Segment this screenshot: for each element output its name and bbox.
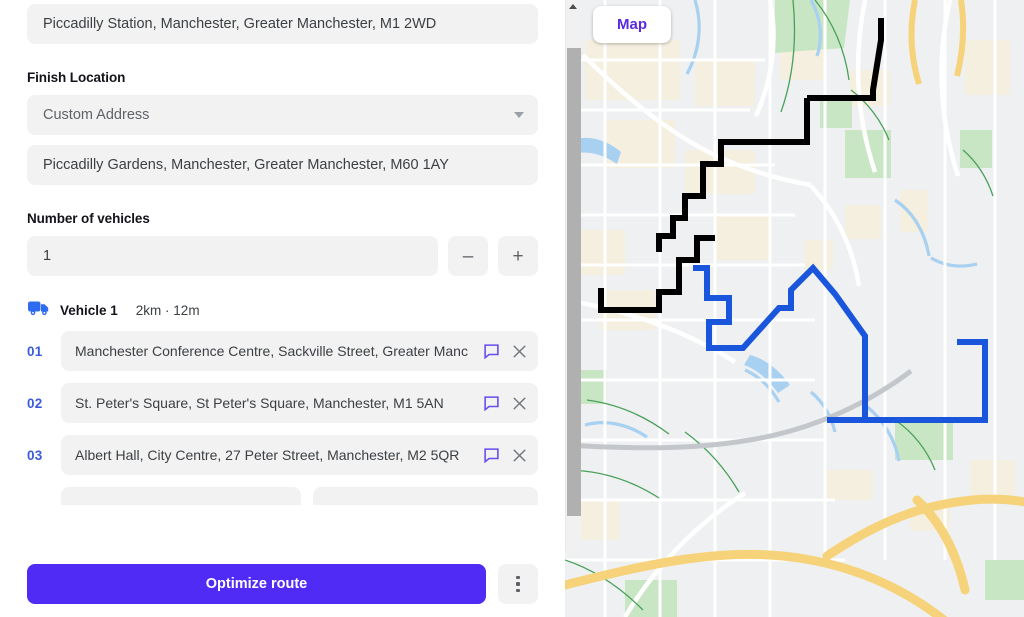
- note-icon[interactable]: [482, 342, 500, 360]
- increment-vehicles-button[interactable]: +: [498, 236, 538, 276]
- start-location-input[interactable]: Piccadilly Station, Manchester, Greater …: [27, 4, 538, 44]
- route-settings-panel: Piccadilly Station, Manchester, Greater …: [0, 0, 581, 617]
- truck-icon: [28, 300, 50, 321]
- decrement-vehicles-button[interactable]: –: [448, 236, 488, 276]
- panel-scroll-area[interactable]: Piccadilly Station, Manchester, Greater …: [0, 0, 565, 551]
- dot: [516, 575, 520, 580]
- vehicles-label: Number of vehicles: [27, 211, 150, 226]
- finish-mode-value: Custom Address: [43, 107, 150, 123]
- vehicle-count-input[interactable]: 1: [27, 236, 438, 276]
- stop-row: 01 Manchester Conference Centre, Sackvil…: [27, 331, 538, 371]
- scroll-up-arrow-icon[interactable]: [569, 4, 577, 9]
- stop-index: 01: [27, 343, 43, 359]
- stop-index: 02: [27, 395, 43, 411]
- finish-location-label: Finish Location: [27, 70, 126, 85]
- clipped-field-right: [313, 487, 538, 505]
- stop-row: 02 St. Peter's Square, St Peter's Square…: [27, 383, 538, 423]
- vehicle-count-stepper: 1 – +: [27, 236, 538, 276]
- route-planner-app: Piccadilly Station, Manchester, Greater …: [0, 0, 1024, 617]
- note-icon[interactable]: [482, 394, 500, 412]
- finish-mode-select[interactable]: Custom Address: [27, 95, 538, 135]
- dot: [516, 588, 520, 593]
- stop-address-value: St. Peter's Square, St Peter's Square, M…: [75, 395, 444, 411]
- vehicle-summary-row[interactable]: Vehicle 1 2km · 12m: [27, 300, 538, 321]
- finish-address-value: Piccadilly Gardens, Manchester, Greater …: [43, 157, 449, 173]
- remove-stop-icon[interactable]: [510, 342, 528, 360]
- stop-address-field[interactable]: Manchester Conference Centre, Sackville …: [61, 331, 538, 371]
- vehicle-name: Vehicle 1: [60, 303, 118, 318]
- note-icon[interactable]: [482, 446, 500, 464]
- scrollbar-thumb[interactable]: [567, 48, 581, 516]
- more-vertical-icon[interactable]: [498, 564, 538, 604]
- stop-address-field[interactable]: Albert Hall, City Centre, 27 Peter Stree…: [61, 435, 538, 475]
- panel-action-bar: Optimize route: [0, 551, 565, 617]
- map-layer-button[interactable]: Map: [593, 6, 671, 43]
- stop-row: 03 Albert Hall, City Centre, 27 Peter St…: [27, 435, 538, 475]
- dot: [516, 582, 520, 586]
- clipped-stop-row: [27, 487, 538, 505]
- vehicle-meta: 2km · 12m: [135, 303, 200, 318]
- optimize-route-button[interactable]: Optimize route: [27, 564, 486, 604]
- panel-scrollbar[interactable]: [565, 0, 581, 551]
- start-location-value: Piccadilly Station, Manchester, Greater …: [43, 16, 437, 32]
- chevron-down-icon: [514, 112, 524, 118]
- clipped-field-left: [61, 487, 301, 505]
- stop-address-value: Manchester Conference Centre, Sackville …: [75, 343, 468, 359]
- remove-stop-icon[interactable]: [510, 446, 528, 464]
- stop-index: 03: [27, 447, 43, 463]
- map-tiles: [565, 0, 1024, 617]
- stop-address-field[interactable]: St. Peter's Square, St Peter's Square, M…: [61, 383, 538, 423]
- map-canvas[interactable]: Map CENTRAL RETAIL DISTRICT NORTHERN QUA…: [565, 0, 1024, 617]
- remove-stop-icon[interactable]: [510, 394, 528, 412]
- stop-address-value: Albert Hall, City Centre, 27 Peter Stree…: [75, 447, 460, 463]
- finish-address-input[interactable]: Piccadilly Gardens, Manchester, Greater …: [27, 145, 538, 185]
- vehicle-count-value: 1: [43, 248, 52, 264]
